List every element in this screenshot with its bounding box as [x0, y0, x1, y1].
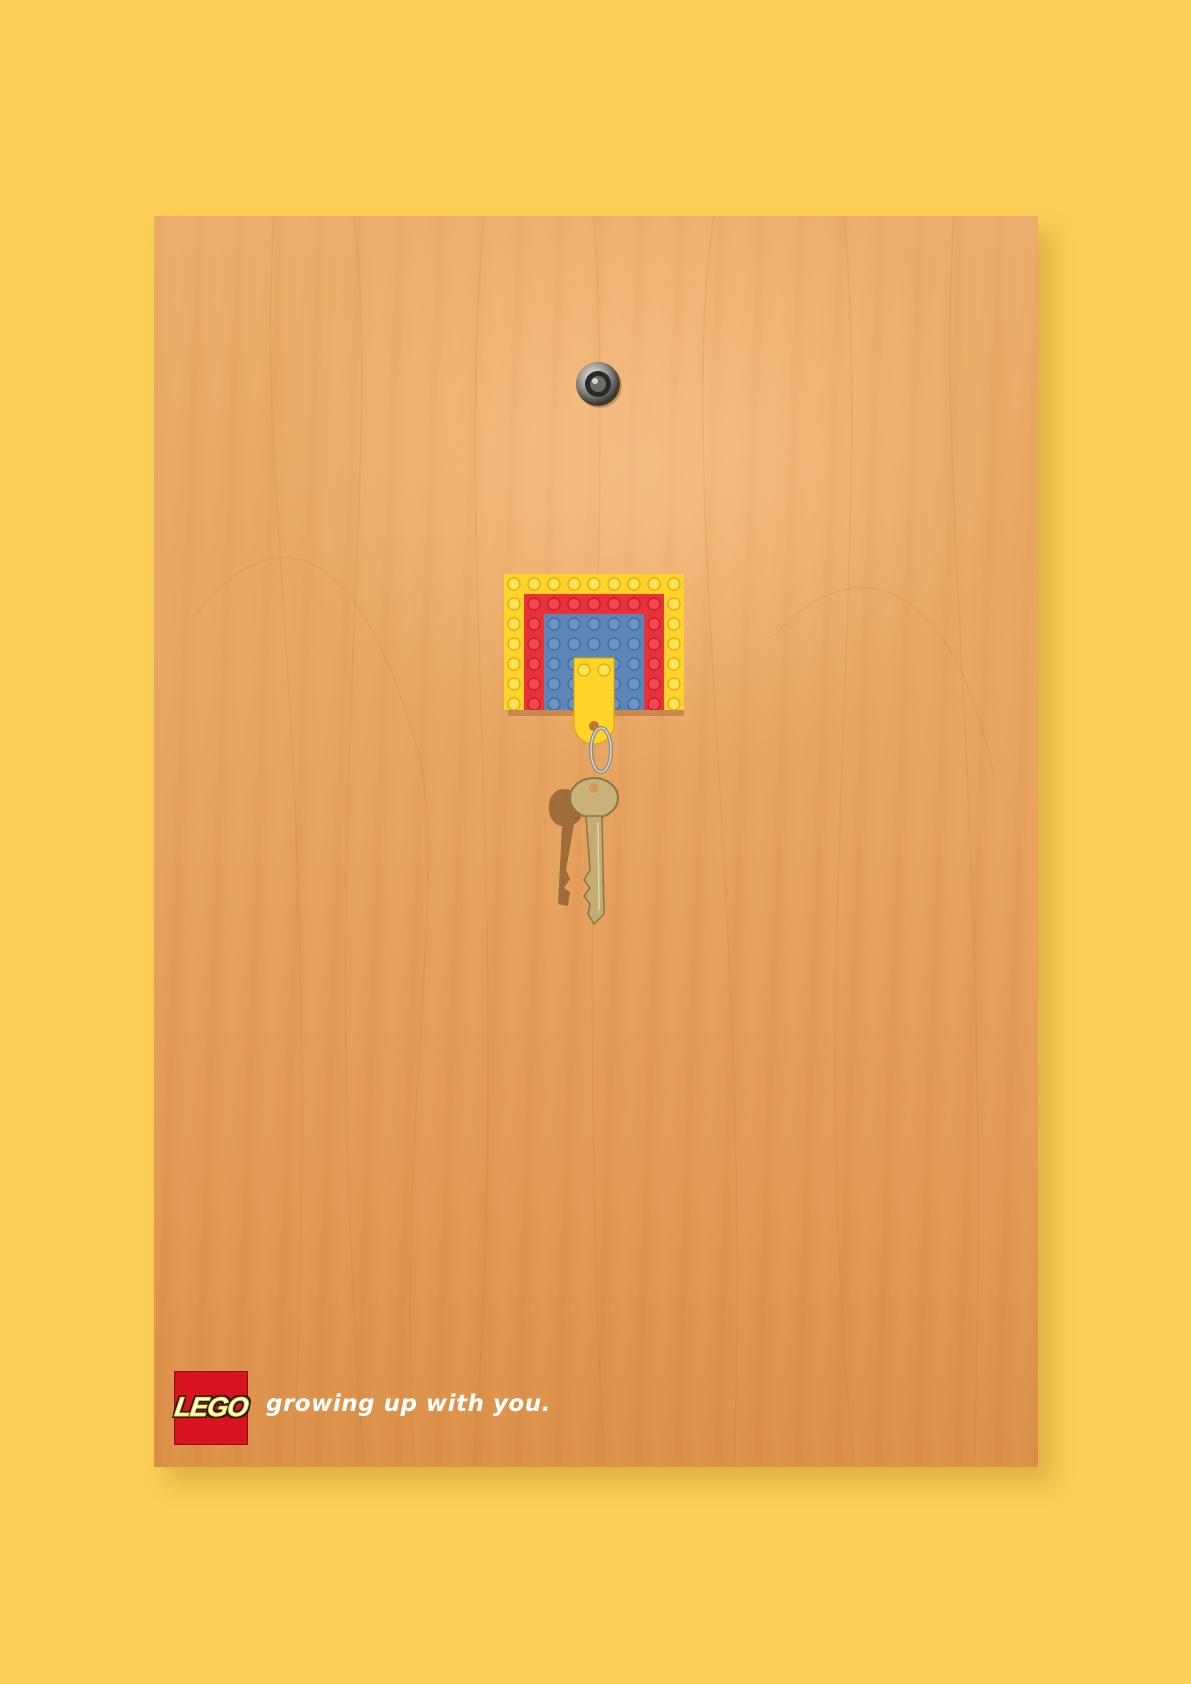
poster-door: LEGO growing up with you.	[154, 216, 1038, 1467]
brand-signoff: LEGO growing up with you.	[172, 1371, 574, 1447]
lego-logo-text: LEGO	[172, 1392, 250, 1423]
tagline: growing up with you.	[266, 1391, 551, 1417]
door-peephole-icon	[576, 362, 622, 408]
lego-key-holder-icon[interactable]	[504, 574, 694, 964]
lego-logo: LEGO	[172, 1371, 250, 1445]
key-icon	[548, 726, 619, 926]
